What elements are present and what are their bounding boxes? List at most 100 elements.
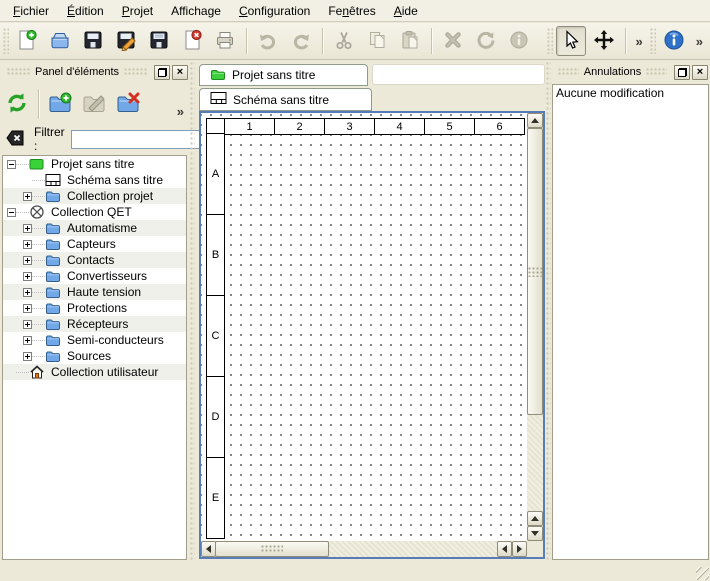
delete-category-button[interactable] — [113, 89, 143, 119]
save-floppy-icon — [82, 29, 104, 54]
vertical-scroll-thumb[interactable] — [527, 128, 543, 415]
tree-item-semi-conducteurs[interactable]: Semi-conducteurs — [3, 332, 186, 348]
undo-button[interactable] — [253, 26, 283, 56]
copy-button[interactable] — [362, 26, 392, 56]
toolbar-grip[interactable] — [547, 28, 553, 54]
menu-aide[interactable]: Aide — [385, 0, 427, 21]
vertical-scrollbar[interactable] — [527, 113, 543, 541]
dock-float-button[interactable] — [674, 65, 690, 80]
expand-expander-icon[interactable] — [23, 224, 32, 233]
tree-item-collection-utilisateur[interactable]: Collection utilisateur — [3, 364, 186, 380]
row-header: E — [206, 457, 225, 539]
tree-item-convertisseurs[interactable]: Convertisseurs — [3, 268, 186, 284]
expand-expander-icon[interactable] — [23, 304, 32, 313]
blue-info-icon — [663, 29, 685, 54]
horizontal-scrollbar[interactable] — [201, 541, 527, 557]
expand-expander-icon[interactable] — [23, 336, 32, 345]
toolbar-grip[interactable] — [3, 28, 9, 54]
expand-expander-icon[interactable] — [23, 256, 32, 265]
dock-title-grip — [124, 68, 147, 76]
menu-projet[interactable]: Projet — [113, 0, 162, 21]
delete-button[interactable] — [438, 26, 468, 56]
expand-expander-icon[interactable] — [23, 352, 32, 361]
scroll-up-button-bottom[interactable] — [527, 511, 543, 526]
scroll-right-button[interactable] — [512, 541, 527, 557]
expand-expander-icon[interactable] — [23, 288, 32, 297]
scroll-up-button[interactable] — [527, 113, 543, 128]
tab-projet-sans-titre[interactable]: Projet sans titre — [199, 64, 368, 86]
tree-item-recepteurs[interactable]: Récepteurs — [3, 316, 186, 332]
save-as-button[interactable] — [111, 26, 141, 56]
elements-panel-titlebar[interactable]: Panel d'éléments × — [0, 62, 190, 82]
dock-close-button[interactable]: × — [172, 65, 188, 80]
print-button[interactable] — [210, 26, 240, 56]
tree-item-haute-tension[interactable]: Haute tension — [3, 284, 186, 300]
horizontal-scroll-thumb[interactable] — [215, 541, 329, 557]
toolbar-grip[interactable] — [650, 28, 656, 54]
expand-expander-icon[interactable] — [23, 192, 32, 201]
size-grip[interactable] — [696, 567, 709, 580]
tree-item-contacts[interactable]: Contacts — [3, 252, 186, 268]
selection-tool-button[interactable] — [556, 26, 586, 56]
collapse-expander-icon[interactable] — [7, 208, 16, 217]
edit-category-button[interactable] — [79, 89, 109, 119]
menu-fenetres[interactable]: Fenêtres — [319, 0, 384, 21]
scroll-left-button-right[interactable] — [497, 541, 512, 557]
tab-schema-sans-titre[interactable]: Schéma sans titre — [199, 88, 372, 111]
scroll-down-button[interactable] — [527, 526, 543, 541]
new-project-button[interactable] — [12, 26, 42, 56]
undo-list-item[interactable]: Aucune modification — [553, 85, 708, 101]
tree-item-capteurs[interactable]: Capteurs — [3, 236, 186, 252]
expand-expander-icon[interactable] — [23, 320, 32, 329]
dock-close-button[interactable]: × — [692, 65, 708, 80]
toolbar-separator — [625, 28, 626, 54]
new-category-button[interactable] — [45, 89, 75, 119]
dock-title-grip — [7, 68, 30, 76]
open-project-button[interactable] — [45, 26, 75, 56]
clear-filter-button[interactable] — [4, 127, 26, 152]
expand-expander-icon[interactable] — [23, 240, 32, 249]
rotate-button[interactable] — [471, 26, 501, 56]
reload-collections-button[interactable] — [2, 89, 32, 119]
tree-item-schema-sans-titre[interactable]: Schéma sans titre — [3, 172, 186, 188]
toolbar-overflow-chevron[interactable]: » — [632, 34, 647, 49]
dock-float-button[interactable] — [154, 65, 170, 80]
info-button-disabled[interactable] — [504, 26, 534, 56]
expand-expander-icon[interactable] — [23, 272, 32, 281]
undo-panel-titlebar[interactable]: Annulations × — [551, 62, 710, 82]
save-all-button[interactable] — [144, 26, 174, 56]
thumb-grip — [261, 545, 283, 553]
tree-item-projet-sans-titre[interactable]: Projet sans titre — [3, 156, 186, 172]
down-arrow-icon — [531, 531, 539, 536]
about-info-button[interactable] — [659, 26, 689, 56]
toolbar-overflow-chevron[interactable]: » — [692, 34, 707, 49]
folder-icon — [45, 268, 61, 284]
redo-button[interactable] — [286, 26, 316, 56]
tree-item-automatisme[interactable]: Automatisme — [3, 220, 186, 236]
save-button[interactable] — [78, 26, 108, 56]
diagram-canvas[interactable]: 1 2 3 4 5 6 A B C D E — [201, 113, 527, 541]
menu-configuration[interactable]: Configuration — [230, 0, 319, 21]
collapse-expander-icon[interactable] — [7, 160, 16, 169]
close-file-button[interactable] — [177, 26, 207, 56]
menu-edition[interactable]: Édition — [58, 0, 113, 21]
scroll-left-button[interactable] — [201, 541, 216, 557]
tree-item-label: Sources — [67, 349, 111, 363]
menu-affichage[interactable]: Affichage — [162, 0, 230, 21]
elements-tree: Projet sans titre Schéma sans titre Coll… — [2, 155, 187, 560]
move-tool-button[interactable] — [589, 26, 619, 56]
paste-button[interactable] — [395, 26, 425, 56]
schema-icon — [210, 91, 227, 108]
tree-item-sources[interactable]: Sources — [3, 348, 186, 364]
tree-item-protections[interactable]: Protections — [3, 300, 186, 316]
menu-fichier[interactable]: Fichier — [4, 0, 58, 21]
tree-item-collection-qet[interactable]: Collection QET — [3, 204, 186, 220]
dock-title-grip — [646, 68, 667, 76]
undo-history-list[interactable]: Aucune modification — [552, 84, 709, 560]
panel-overflow-chevron[interactable]: » — [173, 104, 188, 119]
cut-button[interactable] — [329, 26, 359, 56]
diagram-view[interactable]: 1 2 3 4 5 6 A B C D E — [199, 111, 545, 559]
tree-item-label: Collection projet — [67, 189, 153, 203]
tree-item-collection-projet[interactable]: Collection projet — [3, 188, 186, 204]
project-tab-bar: Projet sans titre — [199, 64, 545, 86]
